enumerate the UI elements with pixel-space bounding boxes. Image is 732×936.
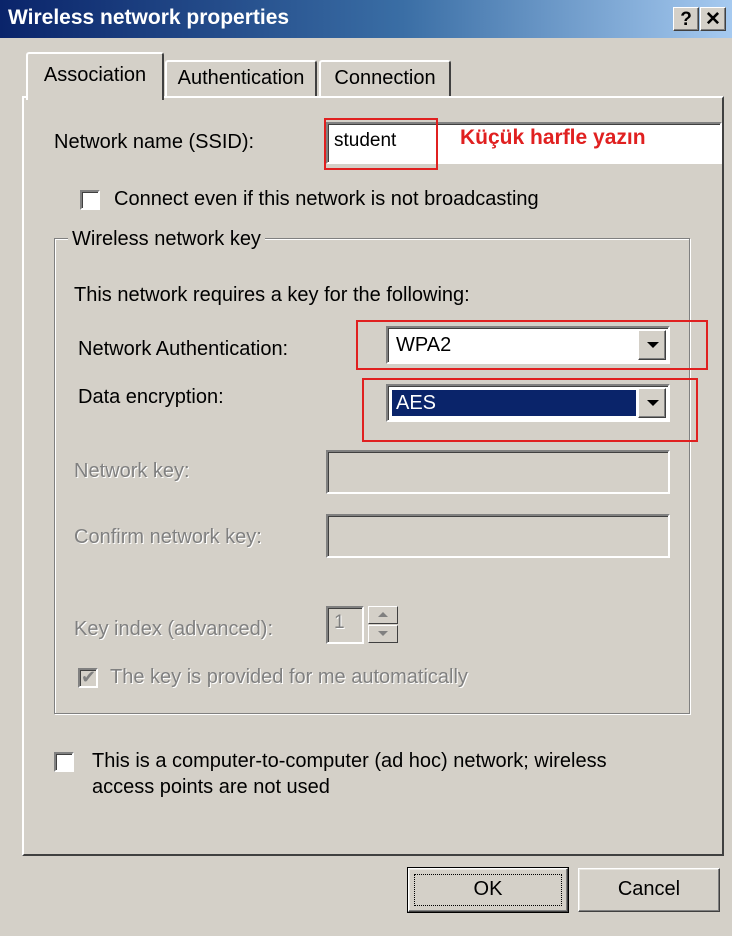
arrow-up-icon bbox=[378, 612, 388, 617]
network-key-label: Network key: bbox=[74, 460, 190, 482]
help-button[interactable]: ? bbox=[673, 7, 699, 31]
key-index-up-button[interactable] bbox=[368, 606, 398, 624]
cancel-button[interactable]: Cancel bbox=[578, 868, 720, 912]
network-auth-label: Network Authentication: bbox=[78, 338, 289, 360]
auth-highlight-box bbox=[356, 320, 708, 370]
key-intro-text: This network requires a key for the foll… bbox=[74, 284, 470, 306]
broadcast-checkbox[interactable] bbox=[80, 190, 100, 210]
key-index-down-button[interactable] bbox=[368, 625, 398, 643]
confirm-key-label: Confirm network key: bbox=[74, 526, 262, 548]
key-index-value: 1 bbox=[334, 612, 345, 633]
adhoc-checkbox[interactable] bbox=[54, 752, 74, 772]
adhoc-label-line1: This is a computer-to-computer (ad hoc) … bbox=[92, 750, 607, 772]
focus-rectangle bbox=[414, 874, 562, 906]
tab-authentication[interactable]: Authentication bbox=[165, 60, 317, 96]
key-index-input[interactable]: 1 bbox=[326, 606, 364, 644]
arrow-down-icon bbox=[378, 631, 388, 636]
auto-key-label: The key is provided for me automatically bbox=[110, 666, 468, 688]
tab-connection[interactable]: Connection bbox=[319, 60, 451, 96]
tab-association[interactable]: Association bbox=[26, 52, 164, 100]
adhoc-label-line2: access points are not used bbox=[92, 776, 330, 798]
ssid-label: Network name (SSID): bbox=[54, 131, 255, 153]
encryption-highlight-box bbox=[362, 378, 698, 442]
checkmark-icon: ✔ bbox=[81, 667, 97, 687]
broadcast-label: Connect even if this network is not broa… bbox=[114, 188, 539, 210]
confirm-key-input[interactable] bbox=[326, 514, 670, 558]
ok-button[interactable]: OK bbox=[407, 867, 569, 913]
ssid-annotation: Küçük harfle yazın bbox=[458, 126, 648, 150]
close-button[interactable]: ✕ bbox=[700, 7, 726, 31]
ssid-highlight-box bbox=[324, 118, 438, 170]
wireless-key-group-title: Wireless network key bbox=[68, 228, 265, 251]
data-encryption-label: Data encryption: bbox=[78, 386, 224, 408]
window-title: Wireless network properties bbox=[8, 6, 290, 29]
key-index-label: Key index (advanced): bbox=[74, 618, 274, 640]
network-key-input[interactable] bbox=[326, 450, 670, 494]
auto-key-checkbox[interactable]: ✔ bbox=[78, 667, 98, 688]
title-bar[interactable]: Wireless network properties ? ✕ bbox=[0, 0, 732, 38]
